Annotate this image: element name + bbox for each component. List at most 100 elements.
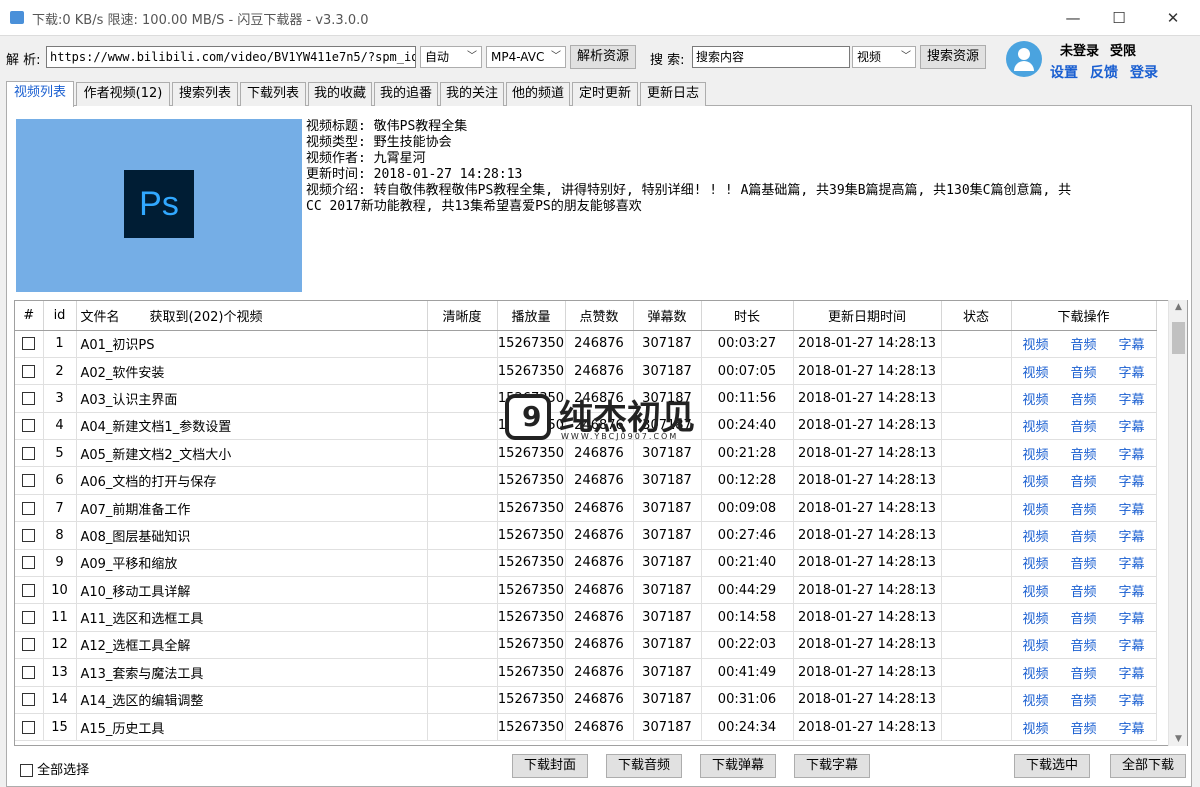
download-video-link[interactable]: 视频 [1023,503,1049,518]
download-all-button[interactable]: 全部下载 [1110,754,1186,778]
table-row[interactable]: 8 A08_图层基础知识 15267350 246876 307187 00:27:46 2… [15,521,1157,550]
table-row[interactable]: 1 A01_初识PS 15267350 246876 307187 00:03:27 201… [15,330,1157,358]
download-audio-link[interactable]: 音频 [1071,530,1097,545]
download-video-link[interactable]: 视频 [1023,420,1049,435]
checkbox-icon[interactable] [22,364,36,378]
scroll-thumb[interactable] [1172,322,1185,354]
checkbox-icon[interactable] [20,764,33,777]
checkbox-icon[interactable] [22,556,36,570]
download-subtitle-link[interactable]: 字幕 [1119,393,1145,408]
download-video-link[interactable]: 视频 [1023,475,1049,490]
search-button[interactable]: 搜索资源 [920,45,986,69]
row-checkbox[interactable] [15,576,44,605]
tab-changelog[interactable]: 更新日志 [640,82,706,106]
row-checkbox[interactable] [15,658,44,687]
tab-following[interactable]: 我的关注 [440,82,504,106]
download-audio-button[interactable]: 下载音频 [606,754,682,778]
table-row[interactable]: 10 A10_移动工具详解 15267350 246876 307187 00:44:29… [15,576,1157,605]
download-subtitle-link[interactable]: 字幕 [1119,585,1145,600]
download-video-link[interactable]: 视频 [1023,448,1049,463]
row-checkbox[interactable] [15,631,44,660]
download-subtitle-button[interactable]: 下载字幕 [794,754,870,778]
download-audio-link[interactable]: 音频 [1071,475,1097,490]
table-row[interactable]: 12 A12_选框工具全解 15267350 246876 307187 00:22:03… [15,631,1157,660]
row-checkbox[interactable] [15,686,44,714]
parse-button[interactable]: 解析资源 [570,45,636,69]
search-input[interactable]: 搜索内容 [692,46,850,68]
tab-bangumi[interactable]: 我的追番 [374,82,438,106]
checkbox-icon[interactable] [22,474,36,488]
download-audio-link[interactable]: 音频 [1071,338,1097,353]
tab-video-list[interactable]: 视频列表 [6,81,74,107]
table-row[interactable]: 14 A14_选区的编辑调整 15267350 246876 307187 00:31:0… [15,686,1157,714]
maximize-button[interactable]: ☐ [1096,0,1142,36]
download-audio-link[interactable]: 音频 [1071,503,1097,518]
download-audio-link[interactable]: 音频 [1071,448,1097,463]
download-video-link[interactable]: 视频 [1023,530,1049,545]
minimize-button[interactable]: — [1050,0,1096,36]
download-subtitle-link[interactable]: 字幕 [1119,530,1145,545]
download-video-link[interactable]: 视频 [1023,393,1049,408]
download-audio-link[interactable]: 音频 [1071,694,1097,709]
download-audio-link[interactable]: 音频 [1071,722,1097,737]
download-audio-link[interactable]: 音频 [1071,585,1097,600]
download-video-link[interactable]: 视频 [1023,694,1049,709]
table-row[interactable]: 15 A15_历史工具 15267350 246876 307187 00:24:34 20… [15,713,1157,742]
login-link[interactable]: 登录 [1130,62,1158,82]
checkbox-icon[interactable] [22,419,36,433]
close-button[interactable]: ✕ [1150,0,1196,36]
download-video-link[interactable]: 视频 [1023,722,1049,737]
download-audio-link[interactable]: 音频 [1071,639,1097,654]
checkbox-icon[interactable] [22,501,36,515]
download-audio-link[interactable]: 音频 [1071,557,1097,572]
download-audio-link[interactable]: 音频 [1071,366,1097,381]
download-audio-link[interactable]: 音频 [1071,612,1097,627]
download-danmaku-button[interactable]: 下载弹幕 [700,754,776,778]
row-checkbox[interactable] [15,439,44,468]
table-row[interactable]: 2 A02_软件安装 15267350 246876 307187 00:07:05 201… [15,357,1157,386]
checkbox-icon[interactable] [22,337,36,351]
download-video-link[interactable]: 视频 [1023,557,1049,572]
checkbox-icon[interactable] [22,391,36,405]
download-subtitle-link[interactable]: 字幕 [1119,475,1145,490]
download-subtitle-link[interactable]: 字幕 [1119,338,1145,353]
row-checkbox[interactable] [15,466,44,495]
download-subtitle-link[interactable]: 字幕 [1119,448,1145,463]
feedback-link[interactable]: 反馈 [1090,62,1118,82]
row-checkbox[interactable] [15,521,44,550]
row-checkbox[interactable] [15,494,44,523]
scroll-up-icon[interactable]: ▲ [1169,302,1188,312]
header-duration[interactable]: 时长 [701,301,794,331]
download-subtitle-link[interactable]: 字幕 [1119,503,1145,518]
download-subtitle-link[interactable]: 字幕 [1119,557,1145,572]
search-type-select[interactable]: 视频 ﹀ [852,46,916,68]
checkbox-icon[interactable] [22,638,36,652]
download-subtitle-link[interactable]: 字幕 [1119,667,1145,682]
row-checkbox[interactable] [15,330,44,358]
row-checkbox[interactable] [15,412,44,441]
row-checkbox[interactable] [15,357,44,386]
table-row[interactable]: 9 A09_平移和缩放 15267350 246876 307187 00:21:40 20… [15,549,1157,578]
download-video-link[interactable]: 视频 [1023,585,1049,600]
download-video-link[interactable]: 视频 [1023,366,1049,381]
download-subtitle-link[interactable]: 字幕 [1119,366,1145,381]
tab-download-list[interactable]: 下载列表 [240,82,306,106]
select-all-checkbox[interactable]: 全部选择 [20,759,89,778]
tab-channel[interactable]: 他的频道 [506,82,570,106]
checkbox-icon[interactable] [22,611,36,625]
tab-scheduled[interactable]: 定时更新 [572,82,638,106]
header-status[interactable]: 状态 [941,301,1012,331]
checkbox-icon[interactable] [22,665,36,679]
scroll-down-icon[interactable]: ▼ [1169,734,1188,744]
download-subtitle-link[interactable]: 字幕 [1119,639,1145,654]
download-video-link[interactable]: 视频 [1023,612,1049,627]
tab-author-videos[interactable]: 作者视频(12) [76,82,170,106]
header-likes[interactable]: 点赞数 [565,301,634,331]
header-danmaku[interactable]: 弹幕数 [633,301,702,331]
checkbox-icon[interactable] [22,528,36,542]
row-checkbox[interactable] [15,603,44,632]
download-cover-button[interactable]: 下载封面 [512,754,588,778]
checkbox-icon[interactable] [22,583,36,597]
download-audio-link[interactable]: 音频 [1071,420,1097,435]
url-input[interactable]: https://www.bilibili.com/video/BV1YW411e… [46,46,416,68]
